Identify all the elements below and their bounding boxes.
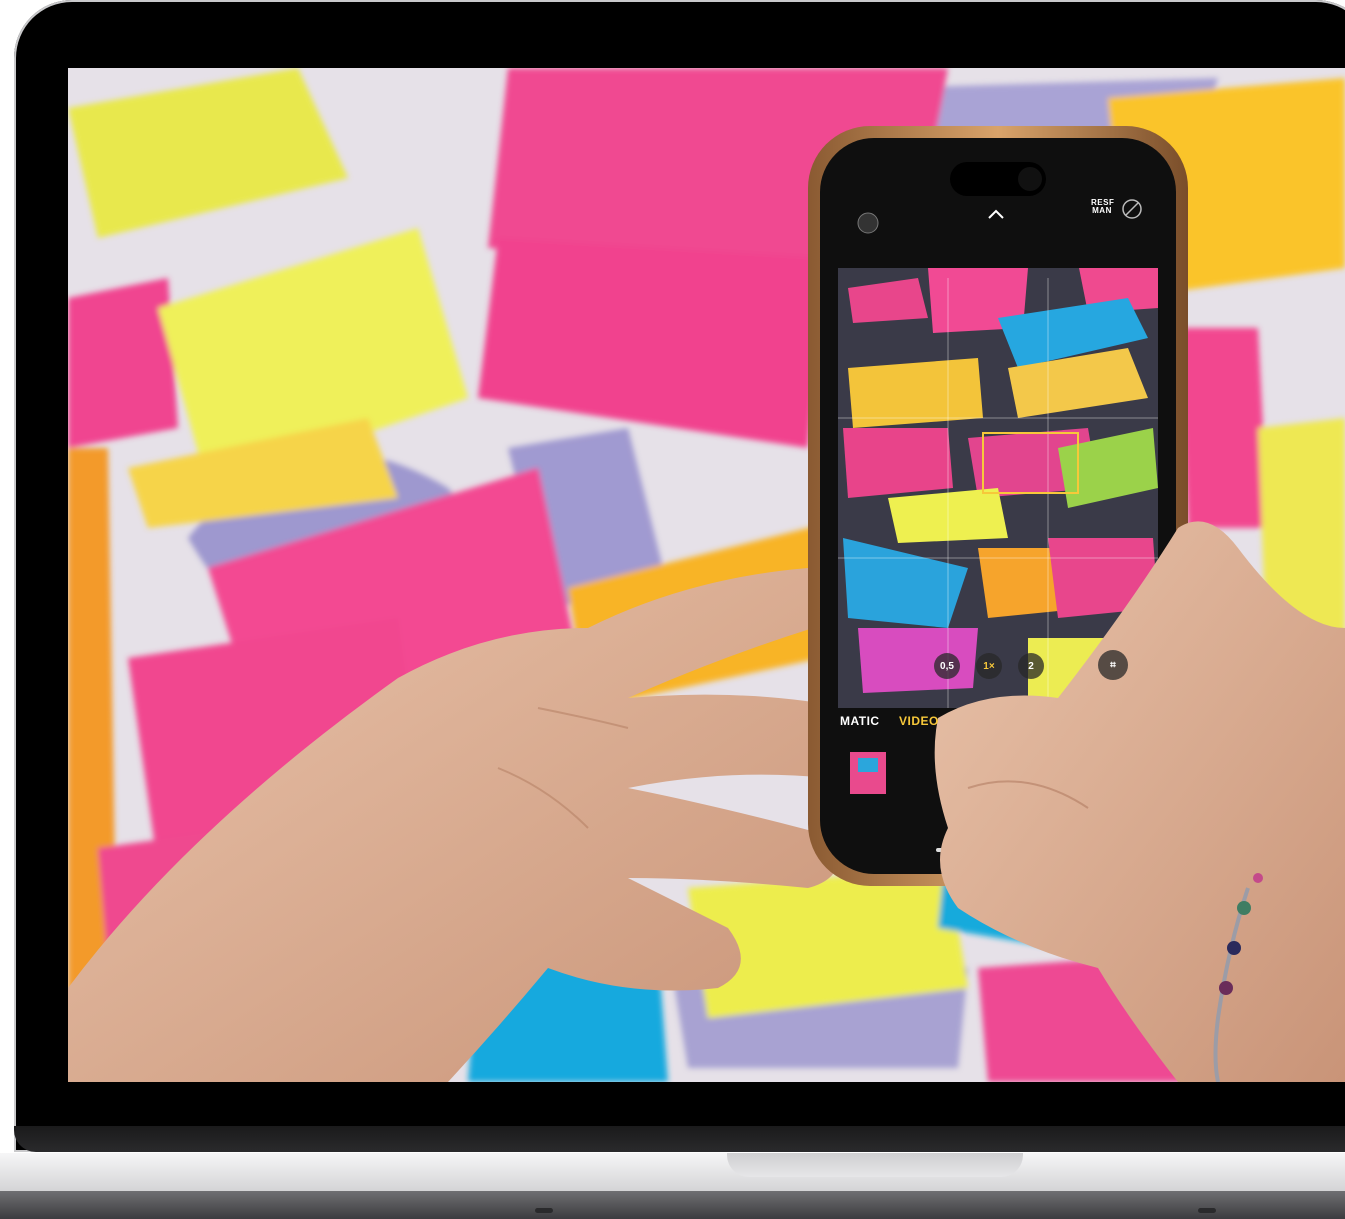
photo-sticky-notes-phone: [68, 68, 1345, 1082]
laptop-thumb-notch: [727, 1153, 1023, 1177]
camera-mode-video: VIDEO: [899, 714, 939, 728]
zoom-0-5-button: 0,5: [934, 653, 960, 679]
laptop-screen: RESF MAN MATIC VIDEO 0,5 1× 2 ⌗: [68, 68, 1345, 1082]
zoom-2-button: 2: [1018, 653, 1044, 679]
camera-mode-cinematic: MATIC: [840, 714, 880, 728]
laptop-base-shadow: [0, 1191, 1345, 1219]
zoom-1x-button: 1×: [976, 653, 1002, 679]
laptop-chin: [14, 1126, 1345, 1152]
laptop-foot: [535, 1208, 553, 1213]
text-scan-icon: ⌗: [1098, 650, 1128, 680]
laptop-foot: [1198, 1208, 1216, 1213]
camera-badge: RESF MAN: [1091, 198, 1115, 215]
laptop-base-rim: [0, 1153, 1345, 1191]
